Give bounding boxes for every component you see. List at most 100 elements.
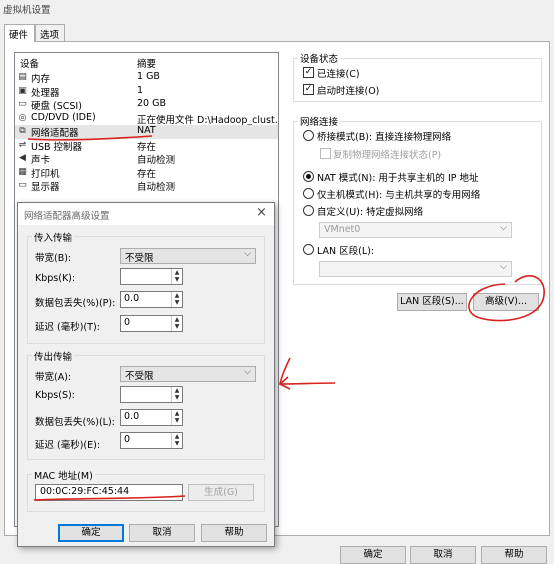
- dialog-title: 网络适配器高级设置: [24, 211, 110, 222]
- nat-radio[interactable]: [303, 171, 314, 182]
- incoming-latency-spinner[interactable]: 0 ▲ ▼: [120, 315, 183, 332]
- nat-label: NAT 模式(N): 用于共享主机的 IP 地址: [317, 173, 479, 184]
- incoming-loss-label: 数据包丢失(%)(P):: [35, 298, 116, 309]
- custom-network-select[interactable]: VMnet0 ⌵: [319, 222, 512, 238]
- bridged-radio[interactable]: [303, 130, 314, 141]
- outgoing-title: 传出传输: [32, 349, 75, 363]
- main-ok-button[interactable]: 确定: [340, 546, 406, 564]
- cd-icon: ◎: [18, 112, 27, 123]
- connected-checkbox[interactable]: ✓: [303, 67, 314, 78]
- incoming-bandwidth-value: 不受限: [125, 253, 154, 264]
- device-name: 显示器: [31, 182, 60, 193]
- advanced-settings-dialog: 网络适配器高级设置 × 传入传输 带宽(B): 不受限 ⌵ Kbps(K): ▲…: [17, 202, 275, 547]
- device-row-disk[interactable]: ▭ 硬盘 (SCSI) 20 GB: [15, 98, 278, 112]
- device-name: 内存: [31, 74, 51, 85]
- spinner-arrows-icon[interactable]: ▲ ▼: [171, 433, 182, 448]
- chevron-down-icon: ⌵: [244, 249, 251, 259]
- display-icon: ▭: [18, 180, 27, 190]
- network-connection-title: 网络连接: [298, 114, 341, 128]
- incoming-kbps-label: Kbps(K):: [35, 273, 76, 284]
- main-cancel-button[interactable]: 取消: [410, 546, 476, 564]
- host-only-label: 仅主机模式(H): 与主机共享的专用网络: [317, 190, 481, 201]
- custom-radio[interactable]: [303, 205, 314, 216]
- device-row-memory[interactable]: ▤ 内存 1 GB: [15, 71, 278, 85]
- dialog-ok-button[interactable]: 确定: [58, 524, 124, 542]
- window-title: 虚拟机设置: [3, 5, 51, 16]
- disk-icon: ▭: [18, 99, 27, 109]
- spinner-arrows-icon[interactable]: ▲ ▼: [171, 410, 182, 425]
- outgoing-loss-spinner[interactable]: 0.0 ▲ ▼: [120, 409, 183, 426]
- dialog-titlebar: 网络适配器高级设置 ×: [18, 203, 274, 225]
- device-summary: 正在使用文件 D:\Hadoop_clust...: [137, 114, 277, 126]
- device-summary: 自动检测: [137, 182, 176, 193]
- incoming-title: 传入传输: [32, 230, 75, 244]
- incoming-kbps-spinner[interactable]: ▲ ▼: [120, 268, 183, 285]
- device-summary: 自动检测: [137, 155, 176, 166]
- outgoing-kbps-label: Kbps(S):: [35, 390, 75, 401]
- lan-segments-button[interactable]: LAN 区段(S)...: [397, 293, 467, 311]
- lan-segment-radio[interactable]: [303, 244, 314, 255]
- tab-options[interactable]: 选项: [35, 24, 65, 41]
- replicate-label: 复制物理网络连接状态(P): [333, 150, 442, 161]
- host-only-radio[interactable]: [303, 188, 314, 199]
- advanced-button[interactable]: 高级(V)...: [473, 293, 539, 311]
- device-summary: 1: [137, 84, 144, 96]
- mac-address-field[interactable]: 00:0C:29:FC:45:44: [35, 484, 183, 501]
- incoming-loss-spinner[interactable]: 0.0 ▲ ▼: [120, 291, 183, 308]
- outgoing-loss-label: 数据包丢失(%)(L):: [35, 417, 115, 428]
- memory-icon: ▤: [18, 72, 27, 82]
- device-row-usb[interactable]: ⇌ USB 控制器 存在: [15, 139, 278, 153]
- device-row-display[interactable]: ▭ 显示器 自动检测: [15, 179, 278, 193]
- close-icon[interactable]: ×: [256, 205, 267, 220]
- device-name: 硬盘 (SCSI): [31, 101, 82, 112]
- device-summary: 存在: [137, 168, 157, 180]
- spinner-arrows-icon[interactable]: ▲ ▼: [171, 292, 182, 307]
- device-summary: 20 GB: [137, 98, 166, 109]
- device-row-cd-dvd[interactable]: ◎ CD/DVD (IDE) 正在使用文件 D:\Hadoop_clust...: [15, 112, 278, 126]
- outgoing-loss-value: 0.0: [124, 411, 140, 422]
- usb-icon: ⇌: [18, 139, 27, 150]
- outgoing-bandwidth-select[interactable]: 不受限 ⌵: [120, 366, 256, 382]
- device-summary: 1 GB: [137, 71, 160, 82]
- lan-segment-label: LAN 区段(L):: [317, 246, 375, 257]
- lan-segment-select[interactable]: ⌵: [319, 261, 512, 277]
- mac-title: MAC 地址(M): [32, 468, 95, 482]
- network-adapter-icon: ⧉: [19, 126, 26, 136]
- outgoing-kbps-spinner[interactable]: ▲ ▼: [120, 386, 183, 403]
- tab-hardware[interactable]: 硬件: [4, 24, 35, 42]
- custom-label: 自定义(U): 特定虚拟网络: [317, 207, 424, 218]
- device-name: USB 控制器: [31, 141, 83, 153]
- generate-mac-button[interactable]: 生成(G): [188, 484, 254, 501]
- device-name: 声卡: [31, 155, 51, 166]
- device-name: 打印机: [31, 168, 60, 180]
- device-row-sound[interactable]: ◀ 声卡 自动检测: [15, 152, 278, 166]
- device-name: 处理器: [31, 87, 60, 99]
- main-help-button[interactable]: 帮助: [481, 546, 547, 564]
- device-row-network-adapter[interactable]: ⧉ 网络适配器 NAT: [15, 125, 278, 139]
- spinner-arrows-icon[interactable]: ▲ ▼: [171, 387, 182, 402]
- device-row-processor[interactable]: ▣ 处理器 1: [15, 85, 278, 99]
- outgoing-latency-spinner[interactable]: 0 ▲ ▼: [120, 432, 183, 449]
- chevron-down-icon: ⌵: [500, 223, 507, 233]
- outgoing-bandwidth-value: 不受限: [125, 371, 154, 382]
- device-status-title: 设备状态: [298, 51, 341, 65]
- chevron-down-icon: ⌵: [500, 262, 507, 272]
- printer-icon: ▦: [18, 166, 27, 177]
- device-column-header: 设备: [20, 59, 40, 70]
- dialog-help-button[interactable]: 帮助: [201, 524, 267, 542]
- spinner-arrows-icon[interactable]: ▲ ▼: [171, 316, 182, 331]
- spinner-arrows-icon[interactable]: ▲ ▼: [171, 269, 182, 284]
- bridged-label: 桥接模式(B): 直接连接物理网络: [317, 132, 452, 143]
- dialog-cancel-button[interactable]: 取消: [129, 524, 195, 542]
- device-summary: NAT: [137, 125, 156, 136]
- outgoing-latency-value: 0: [124, 434, 131, 445]
- replicate-checkbox[interactable]: [320, 148, 331, 159]
- outgoing-latency-label: 延迟 (毫秒)(E):: [35, 440, 101, 451]
- device-row-printer[interactable]: ▦ 打印机 存在: [15, 166, 278, 180]
- connect-on-power-checkbox[interactable]: ✓: [303, 84, 314, 95]
- chevron-down-icon: ⌵: [244, 367, 251, 377]
- connect-on-power-label: 启动时连接(O): [317, 86, 380, 97]
- incoming-latency-label: 延迟 (毫秒)(T):: [35, 322, 100, 333]
- custom-network-value: VMnet0: [324, 224, 361, 235]
- incoming-bandwidth-select[interactable]: 不受限 ⌵: [120, 248, 256, 264]
